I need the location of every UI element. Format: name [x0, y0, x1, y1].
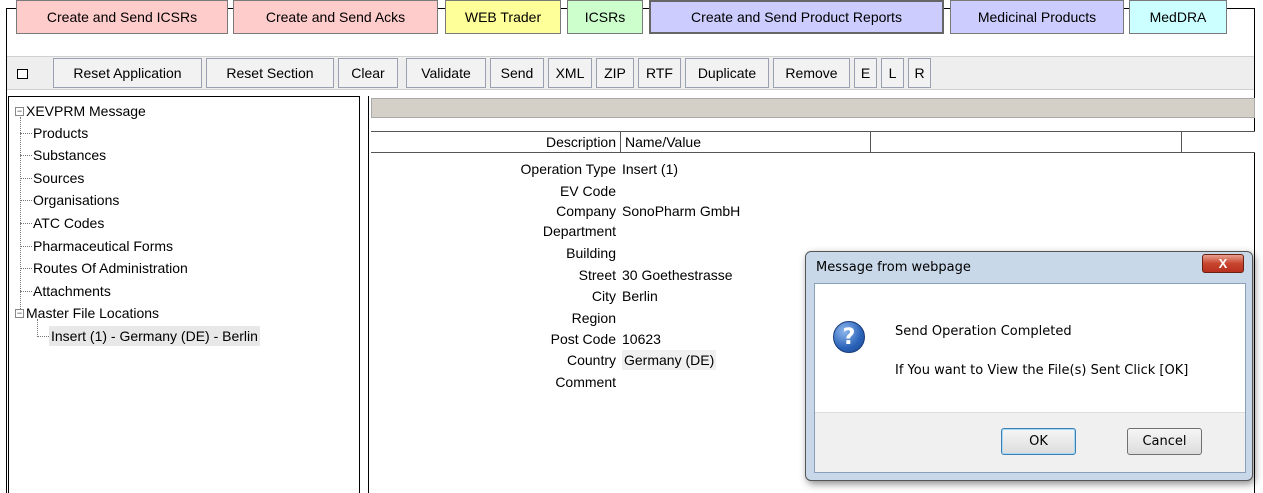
field-label: Operation Type	[520, 161, 616, 177]
detail-title-bar	[371, 98, 1255, 118]
field-label: Company	[556, 203, 616, 219]
tree-root[interactable]: XEVPRM Message	[26, 101, 146, 121]
field-value: Berlin	[622, 288, 658, 304]
tree-connector	[20, 178, 32, 179]
tab-create-send-acks[interactable]: Create and Send Acks	[233, 0, 438, 34]
tree-item-products[interactable]: Products	[33, 123, 88, 143]
field-value: SonoPharm GmbH	[622, 203, 741, 219]
field-label: Post Code	[550, 331, 616, 347]
field-label: Country	[566, 352, 616, 368]
dialog-title: Message from webpage	[816, 260, 971, 275]
navigation-tree: − XEVPRM Message Products Substances Sou…	[8, 96, 360, 493]
tab-meddra[interactable]: MedDRA	[1129, 0, 1227, 34]
tree-connector	[37, 336, 49, 337]
cancel-button[interactable]: Cancel	[1127, 428, 1202, 455]
ok-button[interactable]: OK	[1001, 428, 1076, 455]
field-label: Comment	[555, 374, 616, 390]
validate-button[interactable]: Validate	[406, 58, 486, 88]
dialog-message: Send Operation Completed	[895, 324, 1072, 339]
tree-item-selected-location[interactable]: Insert (1) - Germany (DE) - Berlin	[49, 326, 260, 346]
field-label: EV Code	[559, 183, 616, 199]
header-description: Description	[371, 132, 621, 152]
tree-connector	[20, 246, 32, 247]
header-extra	[871, 132, 1182, 152]
field-value: 30 Goethestrasse	[622, 267, 733, 283]
tab-web-trader[interactable]: WEB Trader	[445, 0, 561, 34]
tree-item-routes-of-administration[interactable]: Routes Of Administration	[33, 258, 188, 278]
zip-button[interactable]: ZIP	[596, 58, 634, 88]
question-icon: ?	[833, 321, 865, 353]
reset-section-button[interactable]: Reset Section	[206, 58, 334, 88]
reset-application-button[interactable]: Reset Application	[53, 58, 202, 88]
tree-connector	[37, 319, 38, 337]
message-dialog: Message from webpage X ? Send Operation …	[805, 251, 1253, 481]
field-value: Insert (1)	[622, 161, 679, 177]
tab-create-send-icsrs[interactable]: Create and Send ICSRs	[16, 0, 228, 34]
tab-create-send-product-reports[interactable]: Create and Send Product Reports	[649, 0, 944, 34]
clear-button[interactable]: Clear	[338, 58, 398, 88]
tree-item-atc-codes[interactable]: ATC Codes	[33, 213, 104, 233]
tree-connector	[20, 155, 32, 156]
header-name-value: Name/Value	[621, 132, 871, 152]
tree-item-master-file-locations[interactable]: Master File Locations	[26, 303, 159, 323]
remove-button[interactable]: Remove	[773, 58, 850, 88]
tree-connector	[20, 133, 32, 134]
send-button[interactable]: Send	[490, 58, 544, 88]
field-label: Region	[571, 310, 616, 326]
l-button[interactable]: L	[881, 58, 904, 88]
field-label: City	[591, 288, 616, 304]
e-button[interactable]: E	[854, 58, 877, 88]
tree-item-sources[interactable]: Sources	[33, 168, 84, 188]
field-label: Department	[542, 223, 616, 239]
field-label: Street	[578, 267, 616, 283]
r-button[interactable]: R	[908, 58, 931, 88]
duplicate-button[interactable]: Duplicate	[685, 58, 769, 88]
tree-connector	[20, 291, 32, 292]
collapse-master-icon[interactable]: −	[15, 309, 24, 318]
field-value: 10623	[622, 331, 661, 347]
tree-item-attachments[interactable]: Attachments	[33, 281, 111, 301]
field-label: Building	[566, 245, 616, 261]
collapse-square-icon[interactable]	[17, 69, 28, 79]
tree-connector	[20, 117, 21, 313]
tree-item-substances[interactable]: Substances	[33, 145, 106, 165]
tab-icsrs[interactable]: ICSRs	[567, 0, 643, 34]
field-value: Germany (DE)	[622, 350, 717, 370]
dialog-detail: If You want to View the File(s) Sent Cli…	[895, 363, 1189, 378]
dialog-body: ? Send Operation Completed If You want t…	[814, 283, 1246, 473]
tab-medicinal-products[interactable]: Medicinal Products	[950, 0, 1124, 34]
close-icon[interactable]: X	[1202, 254, 1244, 273]
tree-connector	[20, 268, 32, 269]
rtf-button[interactable]: RTF	[638, 58, 681, 88]
tree-connector	[20, 200, 32, 201]
grid-header: Description Name/Value	[371, 131, 1255, 153]
collapse-root-icon[interactable]: −	[15, 107, 24, 116]
tree-item-pharmaceutical-forms[interactable]: Pharmaceutical Forms	[33, 236, 173, 256]
xml-button[interactable]: XML	[548, 58, 592, 88]
tree-item-organisations[interactable]: Organisations	[33, 190, 119, 210]
tree-connector	[20, 223, 32, 224]
